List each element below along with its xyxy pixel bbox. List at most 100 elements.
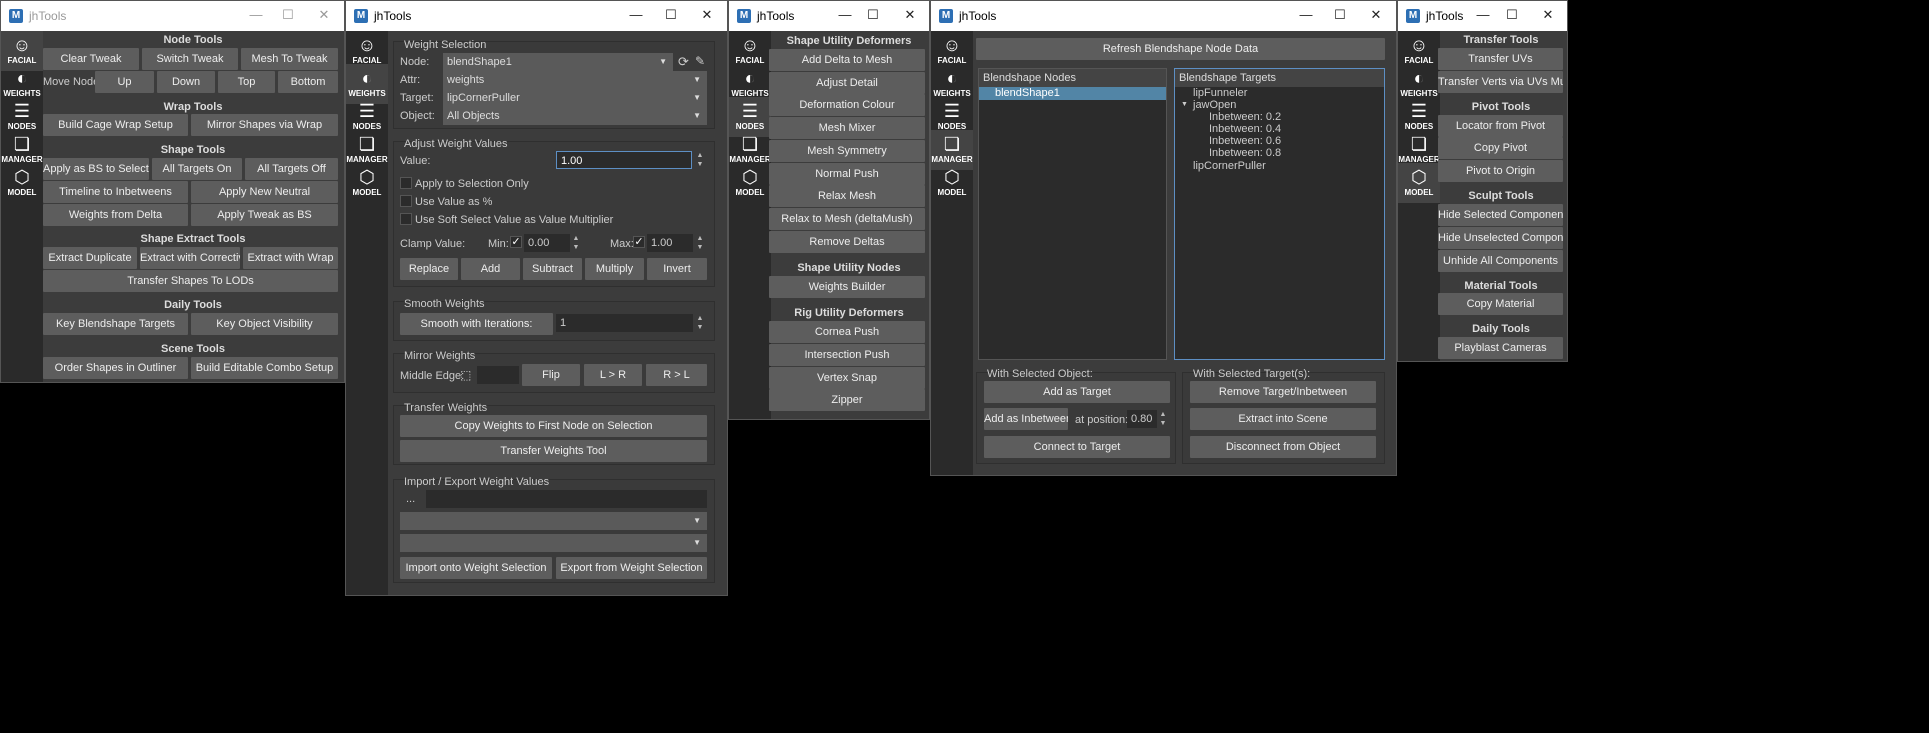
multiply-button[interactable]: Multiply — [585, 258, 644, 280]
hide-unselected-components-button[interactable]: Hide Unselected Components — [1438, 227, 1563, 249]
disconnect-from-object-button[interactable]: Disconnect from Object — [1190, 436, 1376, 458]
connect-to-target-button[interactable]: Connect to Target — [984, 436, 1170, 458]
refresh-blendshape-data-button[interactable]: Refresh Blendshape Node Data — [976, 38, 1385, 60]
file-path-field[interactable] — [426, 490, 707, 508]
tree-item[interactable]: Inbetween: 0.2 — [1209, 111, 1281, 123]
pivot-to-origin-button[interactable]: Pivot to Origin — [1438, 160, 1563, 182]
copy-pivot-button[interactable]: Copy Pivot — [1438, 137, 1563, 159]
weights-builder-button[interactable]: Weights Builder — [769, 276, 925, 298]
close-icon[interactable]: ✕ — [314, 7, 334, 23]
list-item[interactable]: blendShape1 — [979, 87, 1166, 100]
extract-duplicate-button[interactable]: Extract Duplicate — [43, 247, 137, 269]
normal-push-button[interactable]: Normal Push — [769, 163, 925, 185]
copy-material-button[interactable]: Copy Material — [1438, 293, 1563, 315]
tree-item[interactable]: jawOpen — [1193, 99, 1236, 111]
import-weights-button[interactable]: Import onto Weight Selection — [400, 557, 552, 579]
add-as-inbetween-button[interactable]: Add as Inbetween — [984, 408, 1068, 430]
use-soft-select-checkbox[interactable] — [400, 213, 412, 225]
maximize-icon[interactable]: ☐ — [1502, 7, 1522, 23]
min-checkbox[interactable]: ✓ — [510, 236, 522, 248]
mesh-to-tweak-button[interactable]: Mesh To Tweak — [241, 48, 338, 70]
export-weights-button[interactable]: Export from Weight Selection — [556, 557, 707, 579]
all-targets-off-button[interactable]: All Targets Off — [245, 158, 338, 180]
key-object-visibility-button[interactable]: Key Object Visibility — [191, 313, 338, 335]
max-checkbox[interactable]: ✓ — [633, 236, 645, 248]
max-spinner[interactable]: ▲ ▼ — [695, 234, 705, 252]
all-targets-on-button[interactable]: All Targets On — [152, 158, 242, 180]
title-bar[interactable]: M jhTools — ☐ ✕ — [729, 1, 929, 31]
extract-into-scene-button[interactable]: Extract into Scene — [1190, 408, 1376, 430]
intersection-push-button[interactable]: Intersection Push — [769, 344, 925, 366]
minimize-icon[interactable]: — — [626, 7, 646, 22]
mirror-shapes-wrap-button[interactable]: Mirror Shapes via Wrap — [191, 114, 338, 136]
target-dropdown[interactable]: lipCornerPuller ▼ — [443, 89, 707, 107]
relax-mesh-button[interactable]: Relax Mesh — [769, 185, 925, 207]
position-spinner[interactable]: ▲ ▼ — [1158, 410, 1168, 428]
sidebar-item-model[interactable]: ⬡ MODEL — [1, 163, 43, 203]
apply-bs-to-selection-button[interactable]: Apply as BS to Selection — [43, 158, 149, 180]
timeline-to-inbetweens-button[interactable]: Timeline to Inbetweens — [43, 181, 188, 203]
hide-selected-components-button[interactable]: Hide Selected Components — [1438, 204, 1563, 226]
minimize-icon[interactable]: — — [246, 7, 266, 22]
iterations-spinner[interactable]: ▲ ▼ — [695, 314, 705, 332]
transfer-uvs-button[interactable]: Transfer UVs — [1438, 48, 1563, 70]
sidebar-item-model[interactable]: ⬡ MODEL — [931, 163, 973, 203]
build-cage-wrap-button[interactable]: Build Cage Wrap Setup — [43, 114, 188, 136]
middle-edge-field[interactable] — [477, 366, 519, 384]
remove-target-inbetween-button[interactable]: Remove Target/Inbetween — [1190, 381, 1376, 403]
maximize-icon[interactable]: ☐ — [661, 7, 681, 23]
l-to-r-button[interactable]: L > R — [584, 364, 642, 386]
extract-with-wrap-button[interactable]: Extract with Wrap — [243, 247, 338, 269]
vertex-snap-button[interactable]: Vertex Snap — [769, 367, 925, 389]
blendshape-targets-tree[interactable]: Blendshape Targets lipFunneler ▼ jawOpen… — [1174, 68, 1385, 360]
clear-tweak-button[interactable]: Clear Tweak — [43, 48, 139, 70]
browse-button[interactable]: ... — [406, 493, 415, 505]
import-dropdown-1[interactable]: ▼ — [400, 512, 707, 530]
pick-icon[interactable]: ✎ — [695, 54, 705, 68]
use-percent-checkbox[interactable] — [400, 195, 412, 207]
node-dropdown[interactable]: blendShape1 ▼ — [443, 53, 673, 71]
add-delta-to-mesh-button[interactable]: Add Delta to Mesh — [769, 49, 925, 71]
cornea-push-button[interactable]: Cornea Push — [769, 321, 925, 343]
minimize-icon[interactable]: — — [1473, 7, 1493, 22]
mesh-symmetry-button[interactable]: Mesh Symmetry — [769, 140, 925, 162]
maximize-icon[interactable]: ☐ — [863, 7, 883, 23]
tree-item[interactable]: Inbetween: 0.6 — [1209, 135, 1281, 147]
object-dropdown[interactable]: All Objects ▼ — [443, 107, 707, 125]
down-button[interactable]: Down — [157, 71, 215, 93]
up-button[interactable]: Up — [95, 71, 154, 93]
sidebar-item-model[interactable]: ⬡ MODEL — [346, 163, 388, 203]
maximize-icon[interactable]: ☐ — [278, 7, 298, 23]
max-input[interactable]: 1.00 — [647, 234, 693, 252]
import-dropdown-2[interactable]: ▼ — [400, 534, 707, 552]
value-spinner[interactable]: ▲ ▼ — [695, 151, 705, 169]
zipper-button[interactable]: Zipper — [769, 389, 925, 411]
r-to-l-button[interactable]: R > L — [646, 364, 707, 386]
title-bar[interactable]: M jhTools — ☐ ✕ — [931, 1, 1396, 31]
close-icon[interactable]: ✕ — [1538, 7, 1558, 23]
build-combo-setup-button[interactable]: Build Editable Combo Setup — [191, 357, 338, 379]
tree-item[interactable]: Inbetween: 0.4 — [1209, 123, 1281, 135]
value-input[interactable]: 1.00 — [556, 151, 692, 169]
title-bar[interactable]: M jhTools — ☐ ✕ — [1, 1, 344, 31]
expand-arrow-icon[interactable]: ▼ — [1181, 101, 1188, 108]
tree-item[interactable]: lipCornerPuller — [1193, 160, 1266, 172]
flip-button[interactable]: Flip — [522, 364, 580, 386]
replace-button[interactable]: Replace — [400, 258, 458, 280]
copy-weights-first-node-button[interactable]: Copy Weights to First Node on Selection — [400, 415, 707, 437]
tree-item[interactable]: Inbetween: 0.8 — [1209, 147, 1281, 159]
apply-tweak-as-bs-button[interactable]: Apply Tweak as BS — [191, 204, 338, 226]
add-as-target-button[interactable]: Add as Target — [984, 381, 1170, 403]
close-icon[interactable]: ✕ — [900, 7, 920, 23]
apply-selection-checkbox[interactable] — [400, 177, 412, 189]
add-button[interactable]: Add — [461, 258, 520, 280]
relax-to-mesh-deltamush-button[interactable]: Relax to Mesh (deltaMush) — [769, 208, 925, 230]
tree-item[interactable]: lipFunneler — [1193, 87, 1247, 99]
transfer-verts-uvs-button[interactable]: Transfer Verts via UVs Multi — [1438, 71, 1563, 93]
deformation-colour-button[interactable]: Deformation Colour — [769, 94, 925, 116]
title-bar[interactable]: M jhTools — ☐ ✕ — [346, 1, 727, 31]
locator-from-pivot-button[interactable]: Locator from Pivot — [1438, 115, 1563, 137]
position-input[interactable]: 0.80 — [1127, 410, 1157, 428]
playblast-cameras-button[interactable]: Playblast Cameras — [1438, 337, 1563, 359]
attr-dropdown[interactable]: weights ▼ — [443, 71, 707, 89]
